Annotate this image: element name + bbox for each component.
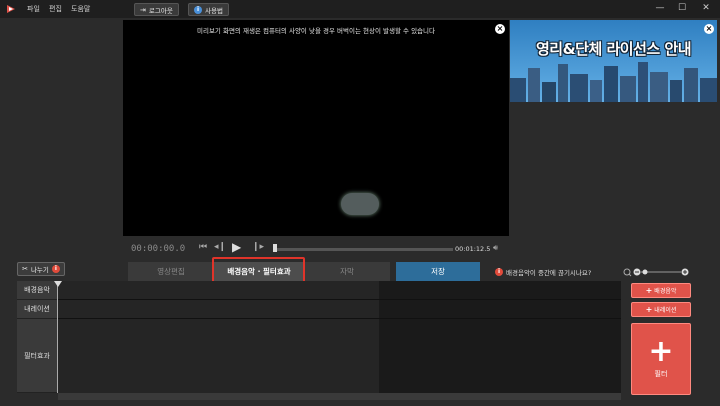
close-window-button[interactable]: ✕	[699, 2, 713, 15]
plus-icon: +	[648, 334, 674, 369]
track-filter[interactable]	[58, 319, 379, 393]
skip-start-icon[interactable]: ⏮	[199, 242, 207, 252]
track-bgm[interactable]	[58, 281, 379, 300]
track-bgm-empty[interactable]	[379, 281, 621, 300]
scissors-icon: ✂	[22, 265, 28, 273]
tab-video-edit[interactable]: 영상편집	[128, 262, 214, 281]
playhead[interactable]	[57, 281, 58, 393]
logout-button[interactable]: ⇥ 로그아웃	[134, 3, 179, 16]
license-ad-banner[interactable]: 영리&단체 라이선스 안내 ×	[510, 20, 717, 102]
add-bgm-button[interactable]: + 배경음악	[631, 283, 691, 298]
seek-bar[interactable]	[275, 248, 453, 251]
track-label-bgm: 배경음악	[17, 281, 57, 300]
loading-indicator	[341, 193, 379, 215]
video-preview: 미리보기 화면의 재생은 컴퓨터의 사양이 낮을 경우 버벅이는 현상이 발생할…	[123, 20, 509, 236]
close-notice-icon[interactable]: ×	[495, 24, 505, 34]
zoom-slider[interactable]	[623, 267, 689, 277]
track-narration-empty[interactable]	[379, 300, 621, 319]
track-label-filter: 필터효과	[17, 319, 57, 393]
bgm-help-link[interactable]: i 배경음악이 중간에 끊기시나요?	[495, 267, 591, 277]
preview-notice: 미리보기 화면의 재생은 컴퓨터의 사양이 낮을 경우 버벅이는 현상이 발생할…	[196, 27, 435, 35]
step-forward-icon[interactable]: ❙▸	[252, 242, 264, 252]
app-logo-icon	[7, 5, 15, 13]
plus-icon: +	[645, 305, 653, 314]
menu-help[interactable]: 도움말	[71, 4, 90, 14]
info-icon: i	[194, 5, 202, 14]
close-ad-icon[interactable]: ×	[704, 24, 714, 34]
title-bar	[0, 0, 720, 18]
tab-save[interactable]: 저장	[396, 262, 480, 281]
minimize-button[interactable]: —	[653, 2, 667, 15]
info-icon: i	[51, 265, 60, 273]
current-timecode: 00:00:00.0	[131, 244, 186, 254]
timeline-scrollbar[interactable]	[58, 393, 621, 400]
ad-text: 영리&단체 라이선스 안내	[535, 40, 692, 58]
menu-file[interactable]: 파일	[27, 4, 40, 14]
cut-button[interactable]: ✂ 나누기 i	[17, 262, 65, 276]
maximize-button[interactable]: ☐	[675, 2, 689, 15]
usage-button[interactable]: i 사용법	[188, 3, 229, 16]
tab-subtitle[interactable]: 자막	[304, 262, 390, 281]
track-filter-empty[interactable]	[379, 319, 621, 393]
step-back-icon[interactable]: ◂❙	[214, 242, 226, 252]
city-skyline-icon	[510, 62, 717, 102]
duration-label: 00:01:12.5	[455, 245, 491, 253]
plus-icon: +	[645, 286, 653, 295]
add-filter-button[interactable]: + 필터	[631, 323, 691, 395]
add-narration-button[interactable]: + 내레이션	[631, 302, 691, 317]
track-narration[interactable]	[58, 300, 379, 319]
timeline[interactable]: 배경음악 내레이션 필터효과	[17, 281, 621, 393]
volume-icon[interactable]: 🔊︎	[493, 243, 498, 253]
menu-edit[interactable]: 편집	[49, 4, 62, 14]
playhead-marker-icon[interactable]	[54, 281, 62, 287]
seek-handle[interactable]	[273, 244, 277, 252]
track-label-narration: 내레이션	[17, 300, 57, 319]
info-icon: i	[495, 268, 503, 276]
logout-icon: ⇥	[140, 5, 146, 14]
play-icon[interactable]: ▶	[232, 240, 241, 254]
